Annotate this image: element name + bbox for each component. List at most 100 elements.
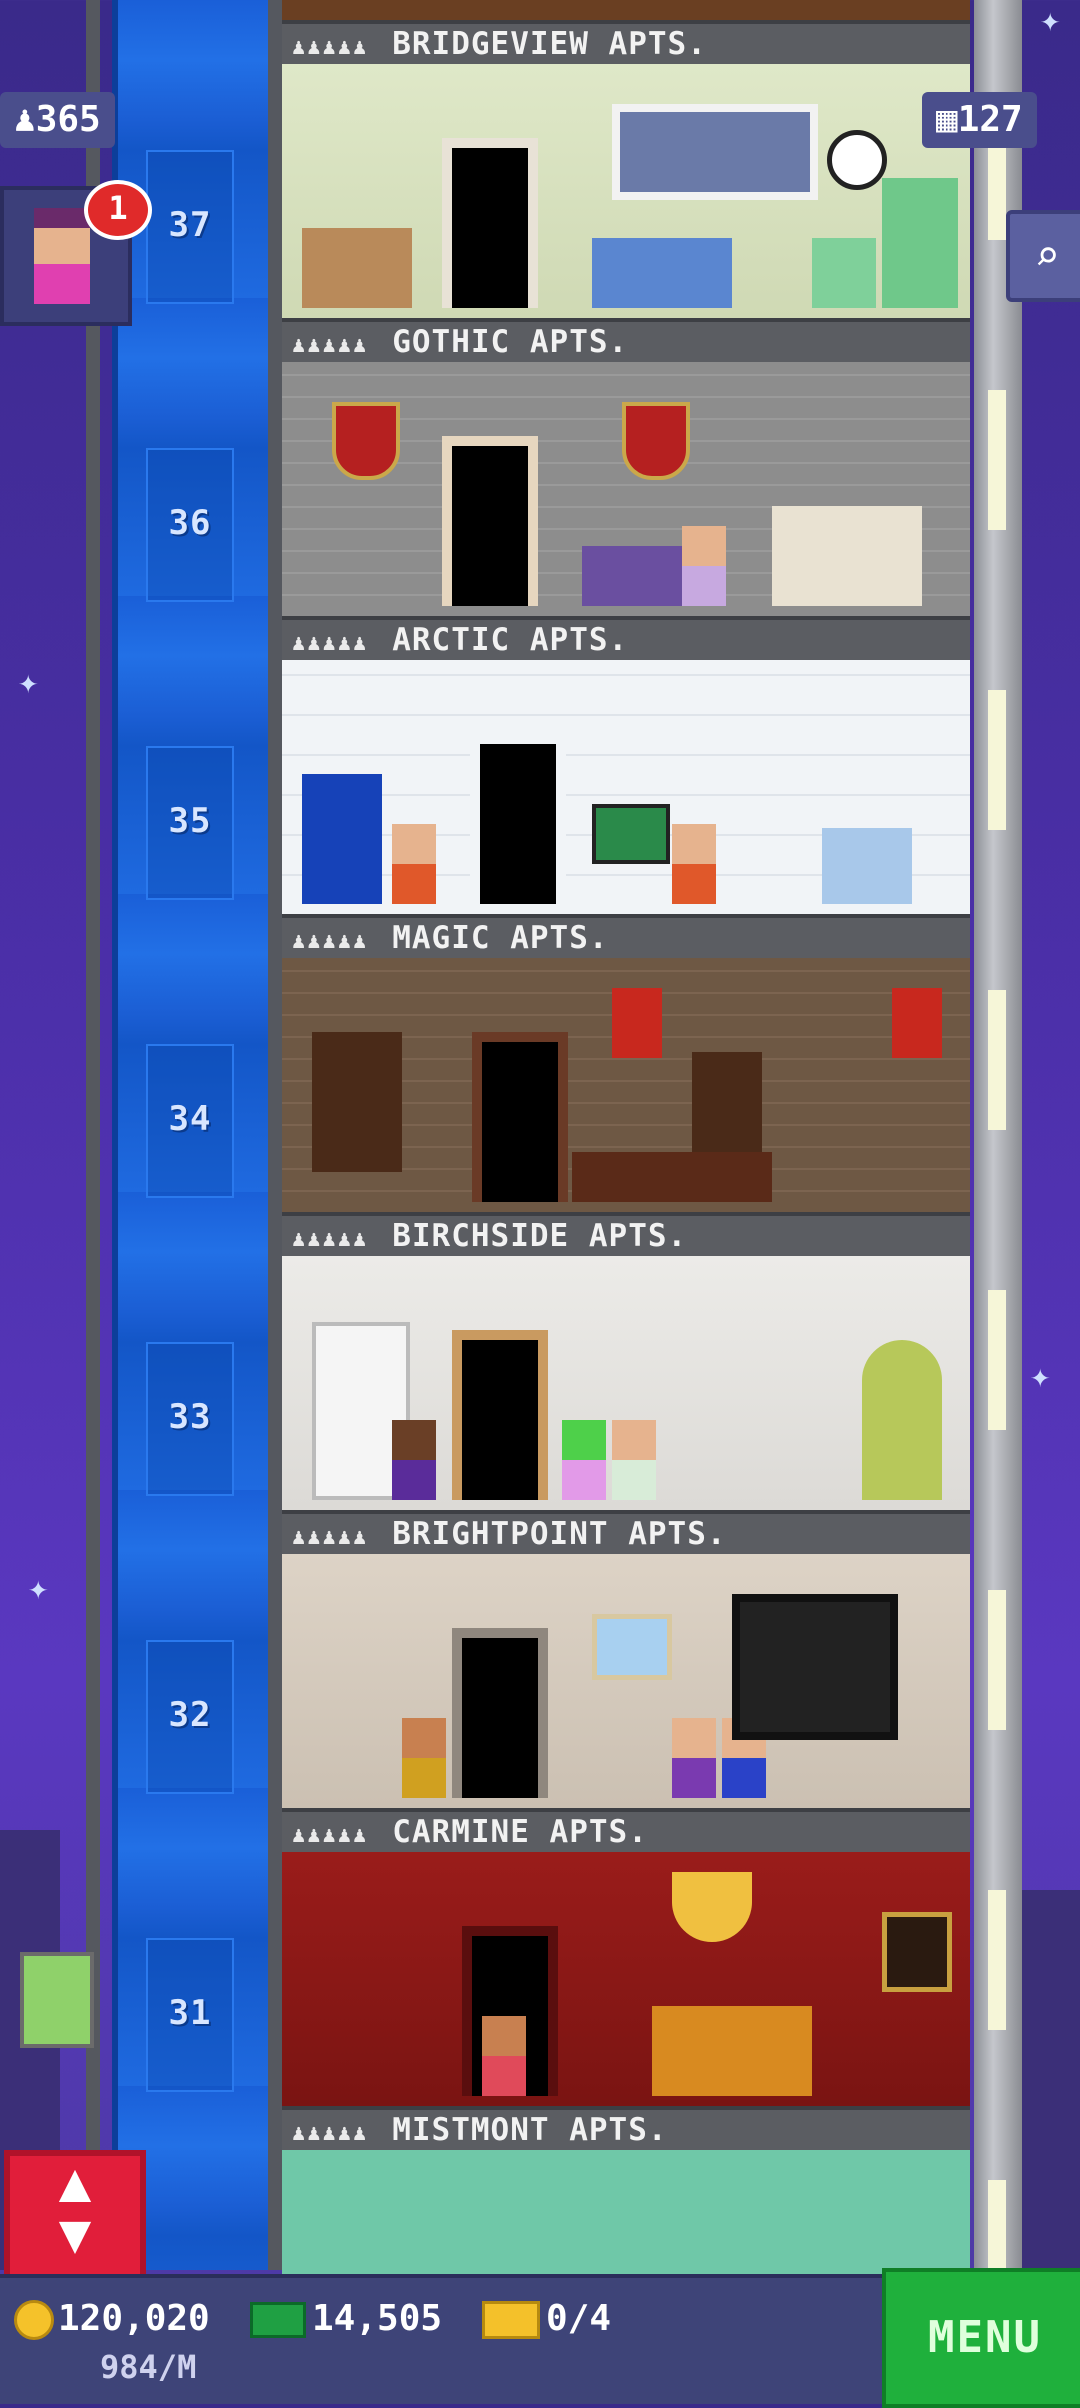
banner-icon (612, 988, 662, 1058)
bed (652, 2006, 812, 2096)
floor-door (472, 1032, 568, 1202)
plant (862, 1340, 942, 1500)
up-down-arrows-icon: ▲ ▼ (58, 2150, 92, 2265)
floor-name: BRIDGEVIEW APTS. (392, 26, 707, 62)
shaft-floor-number: 37 (168, 205, 212, 245)
pillar-light (988, 690, 1006, 830)
tv (732, 1594, 898, 1740)
floor-sign: ♟♟♟♟♟ ARCTIC APTS. (282, 616, 970, 664)
search-icon: ⌕ (1034, 231, 1060, 280)
floor-name: BIRCHSIDE APTS. (392, 1218, 688, 1254)
zoom-search-button[interactable]: ⌕ (1006, 210, 1080, 302)
floor-sign: ♟♟♟♟♟ GOTHIC APTS. (282, 318, 970, 366)
star-decoration: ✦ (28, 1568, 49, 1608)
banner-icon (892, 988, 942, 1058)
elevator-toggle-button[interactable]: ▲ ▼ (4, 2150, 146, 2280)
resident[interactable] (672, 1718, 716, 1798)
floor-room (282, 1256, 970, 1510)
resident[interactable] (392, 824, 436, 904)
population-counter[interactable]: ♟365 (0, 92, 115, 148)
background-building (1020, 1890, 1080, 2270)
notification-badge: 1 (84, 180, 152, 240)
floor-counter[interactable]: ▦127 (922, 92, 1037, 148)
floor-sign: ♟♟♟♟♟ BIRCHSIDE APTS. (282, 1212, 970, 1260)
menu-button[interactable]: MENU (882, 2268, 1080, 2408)
sofa (592, 238, 732, 308)
floor-room (282, 64, 970, 318)
floor-sign: ♟♟♟♟♟ MISTMONT APTS. (282, 2106, 970, 2154)
clock-icon (827, 130, 887, 190)
floor-36[interactable]: ♟♟♟♟♟ GOTHIC APTS. (282, 318, 970, 616)
painting (882, 1912, 952, 1992)
shield-icon (622, 402, 690, 480)
floor-door (452, 1330, 548, 1500)
floor-name: CARMINE APTS. (392, 1814, 648, 1850)
floor-37[interactable]: ♟♟♟♟♟ BRIDGEVIEW APTS. (282, 20, 970, 318)
fridge (882, 178, 958, 308)
floor-35[interactable]: ♟♟♟♟♟ ARCTIC APTS. (282, 616, 970, 914)
rating-stars: ♟♟♟♟♟ (292, 631, 369, 656)
table (302, 228, 412, 308)
shaft-floor-number: 35 (168, 801, 212, 841)
rating-stars: ♟♟♟♟♟ (292, 1525, 369, 1550)
resident[interactable] (612, 1420, 656, 1500)
shaft-rail (86, 0, 100, 2270)
shaft-floor-number: 32 (168, 1695, 212, 1735)
pillar-light (988, 990, 1006, 1130)
floor-room (282, 362, 970, 616)
bux-value: 14,505 (312, 2298, 443, 2339)
tickets-value: 0/4 (546, 2298, 612, 2339)
desk (572, 1152, 772, 1202)
floor-32[interactable]: ♟♟♟♟♟ BRIGHTPOINT APTS. (282, 1510, 970, 1808)
floor-sign: ♟♟♟♟♟ CARMINE APTS. (282, 1808, 970, 1856)
coins-display[interactable]: 120,020 (14, 2298, 210, 2340)
coin-rate: 984/M (100, 2348, 197, 2386)
rating-stars: ♟♟♟♟♟ (292, 1823, 369, 1848)
chandelier-icon (672, 1872, 752, 1942)
floor-room (282, 958, 970, 1212)
tickets-display[interactable]: 0/4 (482, 2298, 611, 2339)
floor-room (282, 2150, 970, 2274)
armchair (822, 828, 912, 904)
pillar-light (988, 1590, 1006, 1730)
floor-name: MAGIC APTS. (392, 920, 609, 956)
bookshelf (312, 1032, 402, 1172)
floor-name: MISTMONT APTS. (392, 2112, 668, 2148)
resident[interactable] (672, 824, 716, 904)
window (612, 104, 818, 200)
resident[interactable] (682, 526, 726, 606)
shaft-rail (268, 0, 282, 2270)
rating-stars: ♟♟♟♟♟ (292, 333, 369, 358)
resident[interactable] (482, 2016, 526, 2096)
floor-partial[interactable]: ♟♟♟♟♟ MISTMONT APTS. (282, 2106, 970, 2274)
rating-stars: ♟♟♟♟♟ (292, 929, 369, 954)
population-value: 365 (35, 99, 101, 140)
bux-display[interactable]: 14,505 (250, 2298, 442, 2339)
rating-stars: ♟♟♟♟♟ (292, 2121, 369, 2146)
floor-room-partial (282, 0, 970, 20)
fridge (302, 774, 382, 904)
tower-bux-icon (250, 2302, 306, 2338)
floor-name: GOTHIC APTS. (392, 324, 629, 360)
shaft-floor-number: 36 (168, 503, 212, 543)
population-icon: ♟ (14, 99, 36, 140)
rating-stars: ♟♟♟♟♟ (292, 35, 369, 60)
floor-33[interactable]: ♟♟♟♟♟ BIRCHSIDE APTS. (282, 1212, 970, 1510)
resident[interactable] (562, 1420, 606, 1500)
rating-stars: ♟♟♟♟♟ (292, 1227, 369, 1252)
tv (592, 804, 670, 864)
floor-34[interactable]: ♟♟♟♟♟ MAGIC APTS. (282, 914, 970, 1212)
floor-sign: ♟♟♟♟♟ BRIDGEVIEW APTS. (282, 20, 970, 68)
floor-room (282, 1852, 970, 2106)
bitizen-request-icon[interactable] (20, 1952, 94, 2048)
coins-value: 120,020 (58, 2298, 210, 2339)
coin-icon (14, 2300, 54, 2340)
star-decoration: ✦ (18, 662, 39, 702)
shield-icon (332, 402, 400, 480)
floor-room (282, 1554, 970, 1808)
floor-31[interactable]: ♟♟♟♟♟ CARMINE APTS. (282, 1808, 970, 2106)
resident[interactable] (392, 1420, 436, 1500)
pillar-light (988, 390, 1006, 530)
resident[interactable] (402, 1718, 446, 1798)
ticket-icon (482, 2301, 540, 2339)
